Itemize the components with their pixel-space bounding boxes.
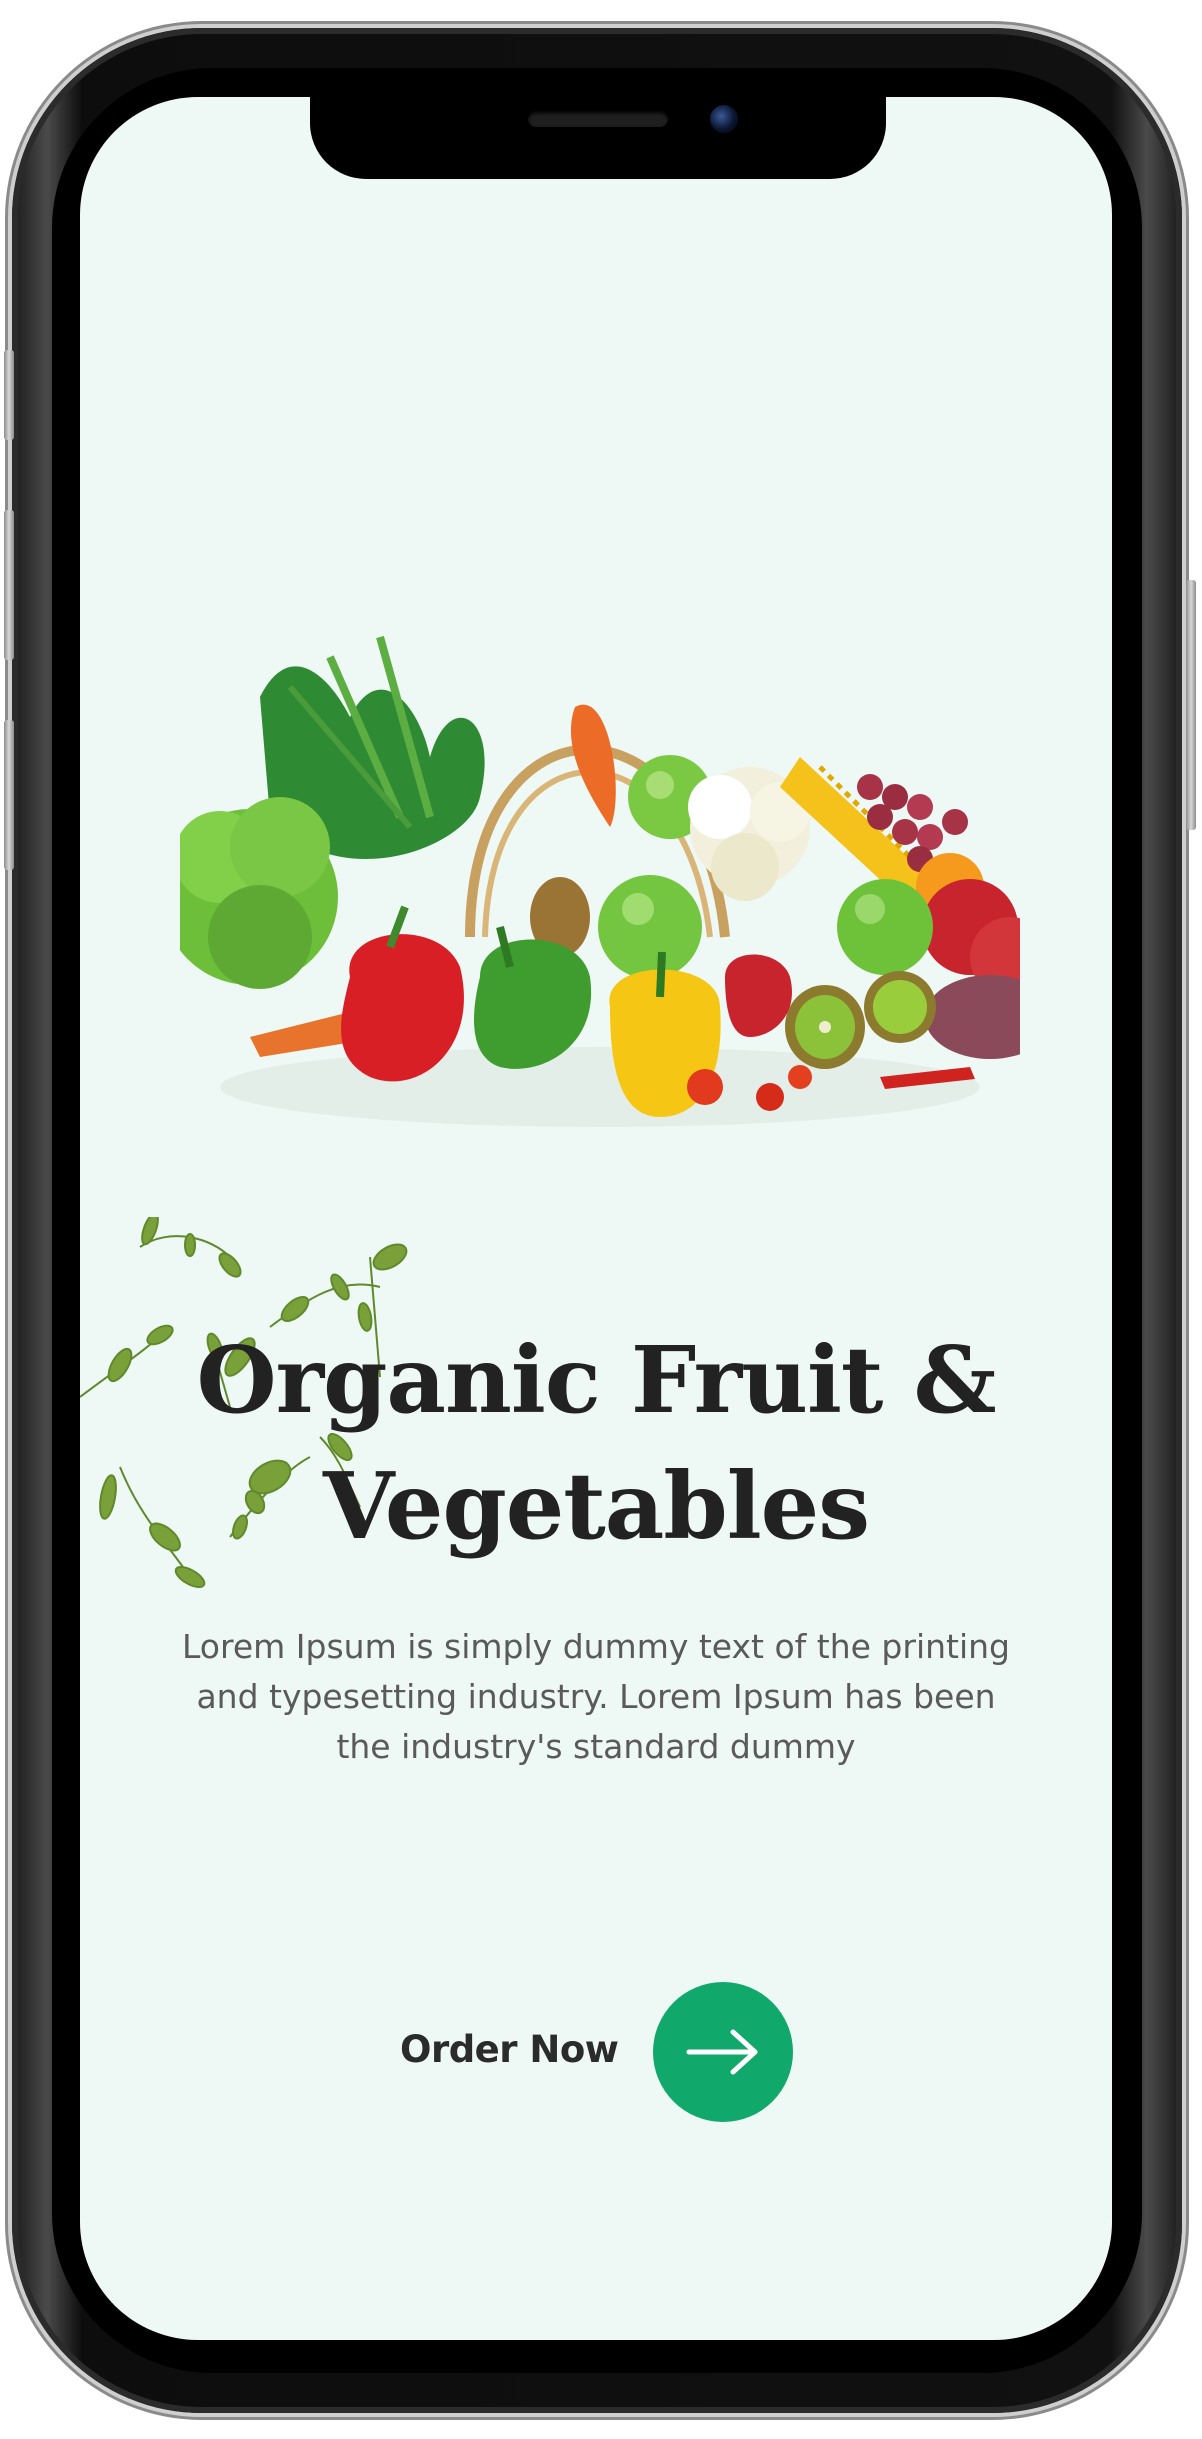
- title-line-2: Vegetables: [322, 1452, 870, 1560]
- order-now-button[interactable]: [653, 1982, 793, 2122]
- arrow-right-icon: [686, 2029, 758, 2075]
- side-button-silent: [4, 350, 14, 440]
- title-line-1: Organic Fruit &: [196, 1326, 996, 1434]
- app-screen: Organic Fruit & Vegetables Lorem Ipsum i…: [80, 97, 1112, 2340]
- phone-notch: [310, 97, 886, 179]
- side-button-power: [1186, 580, 1196, 830]
- side-button-volume-down: [4, 720, 14, 870]
- speaker-grille: [528, 111, 668, 127]
- order-now-label[interactable]: Order Now: [400, 2028, 619, 2071]
- front-camera-icon: [710, 105, 738, 133]
- page-title: Organic Fruit & Vegetables: [80, 1317, 1112, 1569]
- vegetable-basket-image: [180, 635, 1020, 1127]
- side-button-volume-up: [4, 510, 14, 660]
- hero-description: Lorem Ipsum is simply dummy text of the …: [182, 1627, 1010, 1766]
- order-row: Order Now: [80, 1982, 1112, 2122]
